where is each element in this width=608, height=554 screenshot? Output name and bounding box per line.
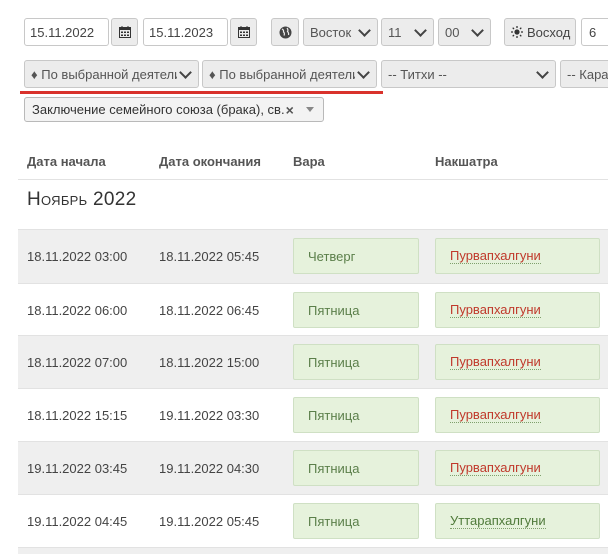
selected-tag-label: Заключение семейного союза (брака), св. [32, 102, 285, 117]
end-date-cell: 19.11.2022 05:45 [159, 514, 260, 529]
chevron-down-icon [536, 66, 549, 79]
chevron-down-icon [357, 66, 370, 79]
highlight-underline [20, 91, 383, 94]
vara-label: Пятница [308, 460, 360, 476]
nakshatra-label[interactable]: Пурвапхалгуни [450, 248, 541, 264]
nakshatra-cell[interactable]: Пурвапхалгуни [435, 450, 600, 486]
minute-value: 00 [445, 24, 460, 40]
vara-cell: Пятница [293, 292, 419, 328]
vara-cell: Пятница [293, 344, 419, 380]
nakshatra-cell[interactable]: Пурвапхалгуни [435, 238, 600, 274]
table-row[interactable]: 19.11.2022 03:45 19.11.2022 04:30 Пятниц… [18, 442, 608, 495]
selected-activity-tag[interactable]: Заключение семейного союза (брака), св. … [24, 97, 324, 122]
minute-select[interactable]: 00 [438, 18, 491, 46]
table-row[interactable]: 18.11.2022 03:00 18.11.2022 05:45 Четвер… [18, 230, 608, 283]
header-nakshatra[interactable]: Накшатра [435, 154, 498, 169]
calendar-icon [237, 26, 250, 38]
table-row[interactable]: 18.11.2022 07:00 18.11.2022 15:00 Пятниц… [18, 336, 608, 389]
nakshatra-label[interactable]: Уттарапхалгуни [450, 513, 546, 529]
close-icon[interactable]: × [286, 102, 294, 118]
table-row[interactable]: 18.11.2022 06:00 18.11.2022 06:45 Пятниц… [18, 284, 608, 337]
end-date-cell: 18.11.2022 05:45 [159, 249, 260, 264]
nakshatra-cell[interactable]: Пурвапхалгуни [435, 344, 600, 380]
chevron-down-icon [358, 24, 371, 37]
table-row[interactable]: 19.11.2022 04:45 19.11.2022 05:45 Пятниц… [18, 495, 608, 554]
date-to-input[interactable]: 15.11.2023 [143, 18, 228, 46]
tithi-select[interactable]: -- Титхи -- [381, 60, 556, 88]
nakshatra-cell[interactable]: Пурвапхалгуни [435, 292, 600, 328]
karana-select-value: -- Кара [567, 66, 608, 82]
vara-cell: Пятница [293, 397, 419, 433]
next-row-edge [18, 548, 608, 554]
nakshatra-label[interactable]: Пурвапхалгуни [450, 354, 541, 370]
chevron-down-icon [414, 24, 427, 37]
end-date-cell: 19.11.2022 04:30 [159, 461, 260, 476]
date-to-calendar-button[interactable] [230, 18, 257, 46]
table-row[interactable]: 18.11.2022 15:15 19.11.2022 03:30 Пятниц… [18, 389, 608, 442]
activity-select-1-value: ♦ По выбранной деятели [31, 66, 177, 82]
direction-value: Восток [310, 24, 352, 40]
start-date-cell: 18.11.2022 06:00 [27, 303, 128, 318]
date-from-value: 15.11.2022 [30, 24, 95, 40]
vara-label: Пятница [308, 354, 360, 370]
activity-select-2-value: ♦ По выбранной деятели [209, 66, 355, 82]
end-date-cell: 18.11.2022 06:45 [159, 303, 260, 318]
nakshatra-label[interactable]: Пурвапхалгуни [450, 460, 541, 476]
header-start-date[interactable]: Дата начала [27, 154, 106, 169]
activity-select-1[interactable]: ♦ По выбранной деятели [24, 60, 199, 88]
vara-label: Пятница [308, 407, 360, 423]
start-date-cell: 19.11.2022 03:45 [27, 461, 128, 476]
header-vara[interactable]: Вара [293, 154, 325, 169]
globe-icon [279, 26, 291, 38]
chevron-down-icon[interactable] [305, 107, 314, 112]
start-date-cell: 18.11.2022 15:15 [27, 408, 128, 423]
date-from-calendar-button[interactable] [111, 18, 138, 46]
chevron-down-icon [471, 24, 484, 37]
chevron-down-icon [179, 66, 192, 79]
hour-select[interactable]: 11 [381, 18, 434, 46]
header-divider [18, 179, 608, 180]
start-date-cell: 18.11.2022 03:00 [27, 249, 128, 264]
date-from-input[interactable]: 15.11.2022 [24, 18, 109, 46]
nakshatra-label[interactable]: Пурвапхалгуни [450, 302, 541, 318]
direction-select[interactable]: Восток [303, 18, 378, 46]
nakshatra-cell[interactable]: Уттарапхалгуни [435, 503, 600, 539]
calendar-icon [118, 26, 131, 38]
sunrise-label: Восход [527, 24, 571, 40]
tithi-select-value: -- Титхи -- [388, 66, 447, 82]
vara-cell: Четверг [293, 238, 419, 274]
header-end-date[interactable]: Дата окончания [159, 154, 261, 169]
sunrise-offset-input[interactable]: 6 [581, 18, 608, 46]
sun-icon [511, 26, 523, 38]
nakshatra-label[interactable]: Пурвапхалгуни [450, 407, 541, 423]
hour-value: 11 [388, 24, 402, 40]
start-date-cell: 19.11.2022 04:45 [27, 514, 128, 529]
end-date-cell: 19.11.2022 03:30 [159, 408, 260, 423]
vara-label: Пятница [308, 513, 360, 529]
start-date-cell: 18.11.2022 07:00 [27, 355, 128, 370]
vara-cell: Пятница [293, 503, 419, 539]
end-date-cell: 18.11.2022 15:00 [159, 355, 260, 370]
month-heading: Ноябрь 2022 [27, 189, 137, 210]
timezone-globe-button[interactable] [271, 18, 299, 46]
karana-select[interactable]: -- Кара [560, 60, 608, 88]
nakshatra-cell[interactable]: Пурвапхалгуни [435, 397, 600, 433]
vara-label: Четверг [308, 248, 356, 264]
vara-cell: Пятница [293, 450, 419, 486]
vara-label: Пятница [308, 302, 360, 318]
date-to-value: 15.11.2023 [149, 24, 214, 40]
activity-select-2[interactable]: ♦ По выбранной деятели [202, 60, 377, 88]
sunrise-button[interactable]: Восход [504, 18, 576, 46]
sunrise-offset-value: 6 [589, 24, 597, 40]
